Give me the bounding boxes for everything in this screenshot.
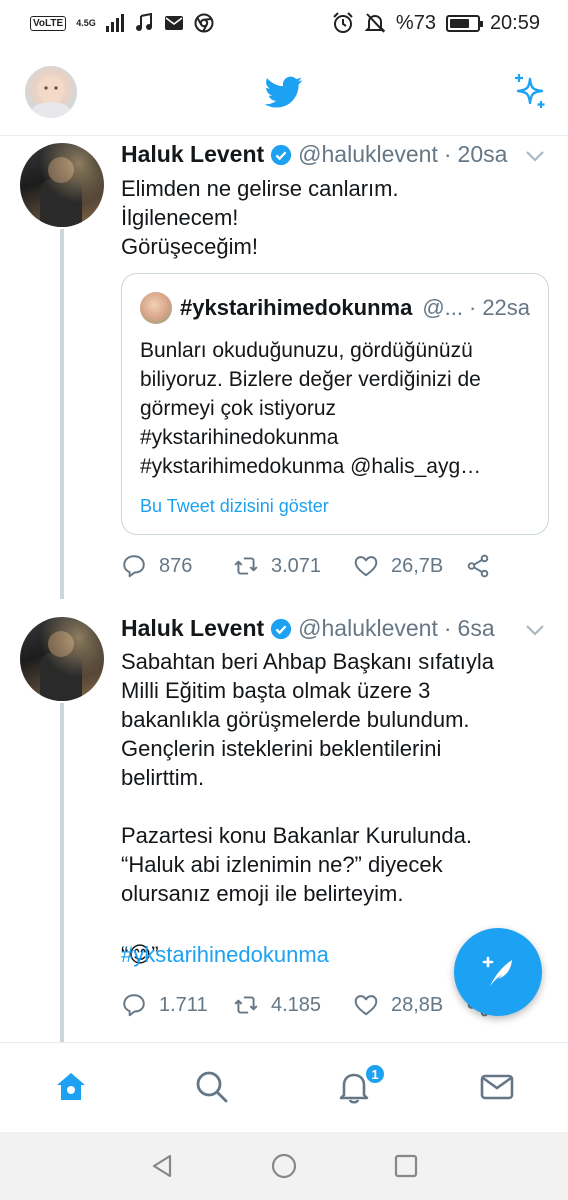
tweet-actions: 1.711 4.185 28,8B [121,992,503,1018]
quoted-author-handle: @... [422,295,463,320]
battery-percent: %73 [395,11,436,34]
separator-dot: · [443,141,452,167]
reply-count: 876 [159,554,193,577]
compose-tweet-button[interactable] [454,928,542,1016]
like-button[interactable]: 26,7B [353,553,465,579]
tweet-time: 6sa [457,615,495,641]
tweet-author-name[interactable]: Haluk Levent [121,615,264,642]
retweet-button[interactable]: 4.185 [233,992,353,1018]
mail-icon [164,16,183,30]
tweet-author-handle[interactable]: @haluklevent [298,141,438,168]
status-bar: VoLTE 4.5G %73 20:59 [0,0,568,46]
sparkle-icon[interactable] [510,71,550,111]
tweet-header: Haluk Levent @haluklevent · 20sa [121,141,507,168]
reply-icon [123,994,145,1017]
compose-feather-icon [482,956,512,986]
quoted-tweet-header: #ykstarihimedokunma @... · 22sa [140,292,530,324]
tweet-header: Haluk Levent @haluklevent · 6sa [121,615,495,642]
system-navigation-bar [0,1132,568,1200]
tweet-text: Elimden ne gelirse canlarım. İlgilenecem… [121,176,399,259]
chevron-down-icon[interactable] [524,623,546,637]
tweet[interactable]: Haluk Levent @haluklevent · 20sa Elimden… [0,137,568,607]
signal-icon [105,14,124,32]
tweet-text: Sabahtan beri Ahbap Başkanı sıfatıyla Mi… [121,649,495,906]
like-count: 28,8B [391,993,444,1016]
home-icon[interactable] [53,1069,89,1105]
quoted-tweet-text: Bunları okuduğunuzu, gördüğünüzü biliyor… [140,339,482,478]
avatar[interactable] [20,143,104,227]
notification-badge: 1 [364,1063,386,1085]
reply-button[interactable]: 876 [121,553,233,579]
reply-icon [123,555,145,578]
retweet-count: 3.071 [271,554,322,577]
clock: 20:59 [489,11,540,34]
tweet-time: 20sa [457,141,508,167]
separator-dot: · [443,615,452,641]
show-thread-link[interactable]: Bu Tweet dizisini göster [140,496,329,517]
messages-icon[interactable] [479,1069,515,1105]
retweet-icon [234,557,258,575]
alarm-icon [333,12,353,33]
retweet-button[interactable]: 3.071 [233,553,353,579]
search-icon[interactable] [194,1069,230,1105]
quoted-avatar [140,292,172,324]
timeline[interactable]: Haluk Levent @haluklevent · 20sa Elimden… [0,137,568,1042]
verified-badge-icon [271,144,292,165]
network-type: 4.5G [76,17,96,28]
reply-button[interactable]: 1.711 [121,992,233,1018]
retweet-icon [234,996,258,1014]
chrome-icon [194,13,214,33]
twitter-bird-icon [265,76,303,108]
app-header [0,46,568,136]
share-icon [467,554,489,578]
volte-indicator: VoLTE [30,15,67,31]
separator-dot: · [468,295,477,320]
home-button-icon[interactable] [270,1152,298,1180]
bottom-navigation: 1 [0,1042,568,1132]
profile-avatar[interactable] [25,66,77,118]
tweet-author-name[interactable]: Haluk Levent [121,141,264,168]
avatar[interactable] [20,617,104,701]
quoted-tweet[interactable]: #ykstarihimedokunma @... · 22sa Bunları … [121,273,549,535]
verified-badge-icon [271,618,292,639]
reply-count: 1.711 [159,993,208,1016]
like-button[interactable]: 28,8B [353,992,465,1018]
retweet-count: 4.185 [271,993,322,1016]
mute-icon [364,13,386,33]
battery-icon [445,14,483,32]
tweet-actions: 876 3.071 26,7B [121,553,503,579]
like-count: 26,7B [391,554,444,577]
music-icon [135,13,152,31]
heart-icon [354,995,378,1016]
heart-icon [354,556,378,577]
chevron-down-icon[interactable] [524,149,546,163]
quoted-tweet-time: 22sa [482,295,531,320]
share-button[interactable] [465,553,503,579]
quoted-author-name: #ykstarihimedokunma [180,295,413,320]
tweet-author-handle[interactable]: @haluklevent [298,615,438,642]
recent-apps-icon[interactable] [392,1152,420,1180]
back-icon[interactable] [148,1152,176,1180]
